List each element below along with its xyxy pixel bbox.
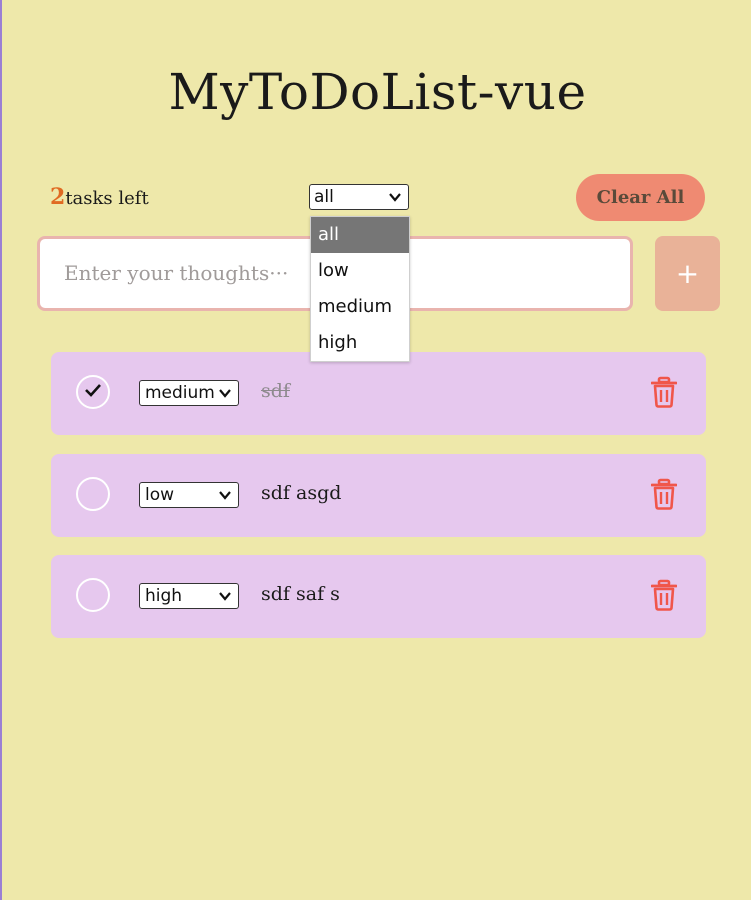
priority-filter-select[interactable]: all	[309, 184, 409, 210]
chevron-down-icon	[388, 185, 402, 217]
task-text: sdf saf s	[261, 583, 340, 605]
task-text: sdf asgd	[261, 482, 342, 504]
task-complete-toggle[interactable]	[76, 578, 110, 612]
filter-option-high[interactable]: high	[311, 325, 409, 361]
priority-filter-value: all	[314, 187, 334, 207]
task-item: low sdf asgd	[51, 454, 706, 537]
chevron-down-icon	[218, 584, 232, 616]
trash-icon[interactable]	[650, 579, 678, 611]
task-priority-value: high	[145, 586, 183, 606]
task-priority-select[interactable]: medium	[139, 380, 239, 406]
task-item: medium sdf	[51, 352, 706, 435]
task-complete-toggle[interactable]	[76, 477, 110, 511]
task-priority-value: medium	[145, 383, 215, 403]
task-priority-select[interactable]: high	[139, 583, 239, 609]
filter-option-all[interactable]: all	[311, 217, 409, 253]
filter-option-low[interactable]: low	[311, 253, 409, 289]
page-title: MyToDoList-vue	[168, 63, 587, 121]
chevron-down-icon	[218, 381, 232, 413]
tasks-left-count: 2	[50, 184, 66, 210]
task-item: high sdf saf s	[51, 555, 706, 638]
filter-option-medium[interactable]: medium	[311, 289, 409, 325]
task-priority-select[interactable]: low	[139, 482, 239, 508]
check-icon	[83, 380, 103, 405]
add-task-button[interactable]: +	[655, 236, 720, 311]
trash-icon[interactable]	[650, 376, 678, 408]
tasks-left-label: tasks left	[65, 188, 149, 209]
clear-all-button[interactable]: Clear All	[576, 174, 705, 221]
task-complete-toggle[interactable]	[76, 375, 110, 409]
task-priority-value: low	[145, 485, 175, 505]
chevron-down-icon	[218, 483, 232, 515]
trash-icon[interactable]	[650, 478, 678, 510]
priority-filter-dropdown: all low medium high	[310, 216, 410, 362]
tasks-left-counter: 2tasks left	[50, 184, 149, 210]
task-text: sdf	[261, 380, 290, 402]
new-task-placeholder: Enter your thoughts···	[64, 261, 289, 285]
